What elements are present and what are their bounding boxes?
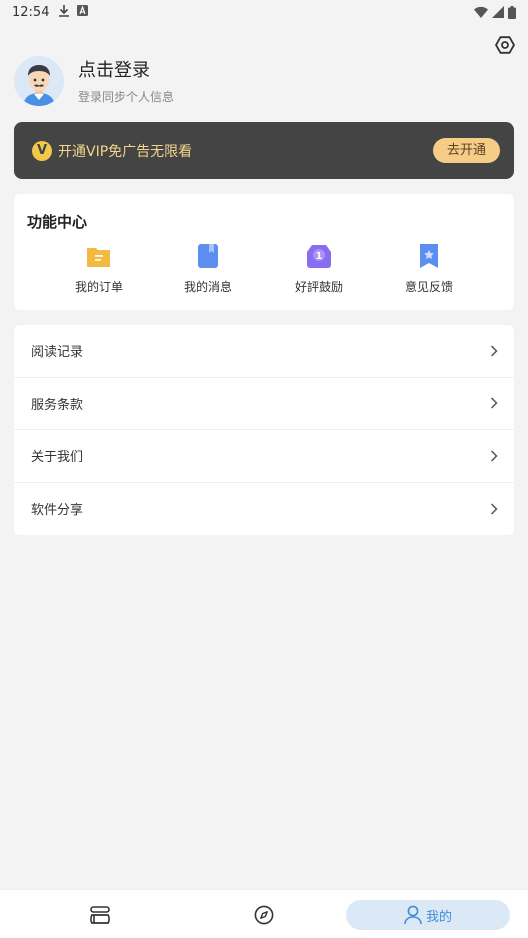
- my-orders-label: 我的订单: [74, 280, 123, 294]
- feedback-item[interactable]: 意见反馈: [384, 243, 474, 295]
- vip-banner-text: 开通VIP免广告无限看: [58, 143, 193, 160]
- app-notification-icon: [77, 5, 89, 19]
- chevron-right-icon: [490, 450, 498, 462]
- vip-banner[interactable]: V 开通VIP免广告无限看 去开通: [14, 122, 514, 179]
- feedback-icon: [420, 244, 438, 268]
- rating-item[interactable]: 1 好評鼓励: [274, 243, 364, 295]
- chevron-right-icon: [490, 397, 498, 409]
- nav-tab-discover[interactable]: [246, 899, 282, 930]
- status-time: 12:54: [12, 4, 50, 20]
- vip-icon: V: [32, 140, 52, 161]
- svg-text:1: 1: [316, 251, 323, 262]
- profile-header[interactable]: 点击登录 登录同步个人信息: [14, 56, 174, 106]
- menu-item-reading-history[interactable]: 阅读记录: [14, 325, 514, 378]
- user-icon: [404, 905, 422, 925]
- chevron-right-icon: [490, 503, 498, 515]
- menu-item-terms[interactable]: 服务条款: [14, 378, 514, 430]
- open-vip-button[interactable]: 去开通: [432, 138, 500, 163]
- battery-icon: [508, 5, 516, 19]
- function-center-card: 功能中心 我的订单 我的消息 1 好評鼓励 意见反馈: [14, 194, 514, 310]
- nav-tab-mine[interactable]: 我的: [346, 900, 510, 930]
- bookshelf-icon: [90, 905, 110, 924]
- my-messages-label: 我的消息: [183, 280, 232, 294]
- function-center-title: 功能中心: [27, 213, 88, 231]
- menu-item-label: 阅读记录: [31, 345, 84, 361]
- wifi-icon: [474, 6, 488, 18]
- my-messages-item[interactable]: 我的消息: [163, 243, 253, 295]
- compass-icon: [254, 905, 274, 924]
- menu-item-label: 服务条款: [31, 397, 84, 413]
- messages-icon: [198, 244, 218, 268]
- bottom-navigation: 我的: [0, 889, 528, 938]
- chevron-right-icon: [490, 345, 498, 357]
- orders-icon: [87, 248, 110, 267]
- menu-item-label: 软件分享: [31, 503, 84, 519]
- login-title[interactable]: 点击登录: [78, 58, 174, 84]
- rating-icon: 1: [307, 245, 331, 268]
- signal-icon: [492, 6, 504, 18]
- feedback-label: 意见反馈: [404, 280, 453, 294]
- settings-menu: 阅读记录 服务条款 关于我们 软件分享: [14, 325, 514, 535]
- menu-item-share[interactable]: 软件分享: [14, 483, 514, 536]
- download-icon: [59, 4, 70, 20]
- nav-tab-bookshelf[interactable]: [82, 899, 118, 930]
- status-icons: [474, 5, 516, 19]
- nav-tab-mine-label: 我的: [425, 909, 452, 925]
- avatar[interactable]: [14, 56, 64, 106]
- login-subtitle: 登录同步个人信息: [78, 89, 175, 104]
- rating-label: 好評鼓励: [294, 280, 343, 294]
- status-bar: 12:54: [0, 0, 528, 24]
- my-orders-item[interactable]: 我的订单: [54, 243, 144, 295]
- menu-item-about[interactable]: 关于我们: [14, 430, 514, 483]
- menu-item-label: 关于我们: [31, 450, 84, 466]
- settings-icon[interactable]: [494, 34, 516, 56]
